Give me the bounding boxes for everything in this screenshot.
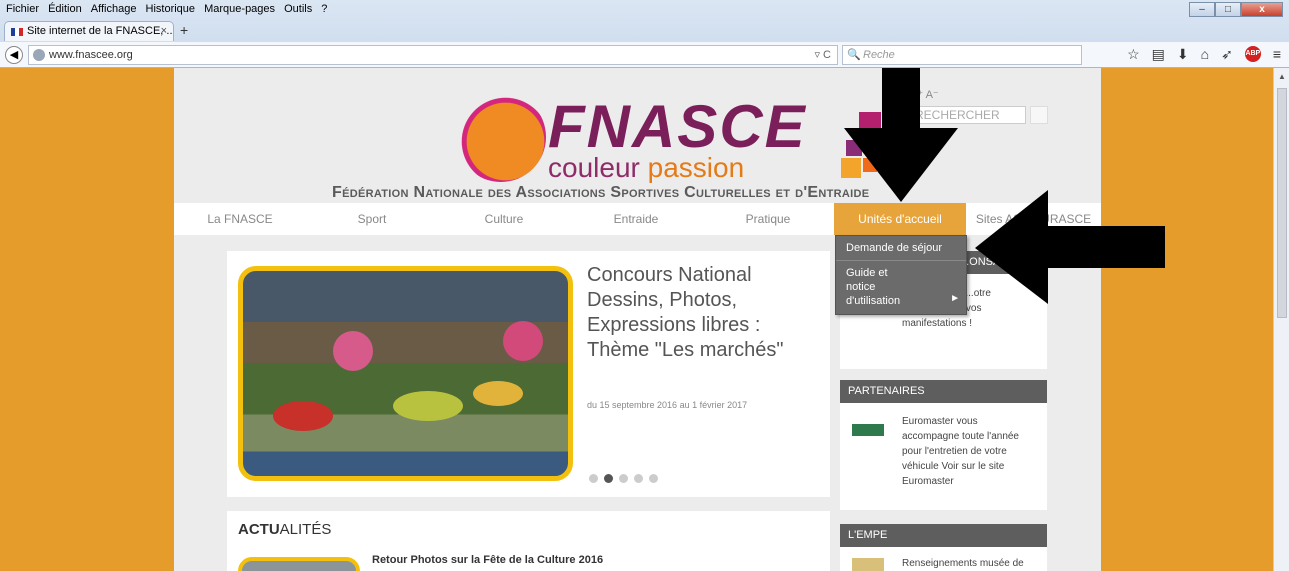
tab-close-icon[interactable]: × [161,22,167,41]
site-search-button[interactable] [1030,106,1048,124]
page-viewport: FNASCE couleur passion Fédération Nation… [0,68,1273,571]
menu-historique[interactable]: Historique [146,0,196,19]
menu-entraide[interactable]: Entraide [570,203,702,235]
menu-bar: Fichier Édition Affichage Historique Mar… [0,0,1289,19]
dropdown-demande-sejour[interactable]: Demande de séjour [836,236,966,261]
url-text: www.fnascee.org [49,49,133,61]
slider-dot-active[interactable] [604,474,613,483]
menu-outils[interactable]: Outils [284,0,312,19]
toolbar-icons: ☆ ▤ ⬇ ⌂ ➶ ABP ≡ [1127,46,1281,63]
browser-chrome: Fichier Édition Affichage Historique Mar… [0,0,1289,68]
nav-bar: ◀ www.fnascee.org ▿ C 🔍 Reche ☆ ▤ ⬇ ⌂ ➶ … [0,42,1289,68]
submenu-arrow-icon: ► [950,293,960,304]
menu-sites-asce[interactable]: Sites ASCE/URASCE [966,203,1101,235]
maximize-button[interactable]: □ [1215,2,1241,17]
slider-dots [589,474,658,483]
menu-marque-pages[interactable]: Marque-pages [204,0,275,19]
site-search-input[interactable]: RECHERCHER [910,106,1026,124]
home-icon[interactable]: ⌂ [1201,46,1209,63]
globe-icon [33,49,45,61]
logo-name: FNASCE [548,93,807,160]
minimize-button[interactable]: – [1189,2,1215,17]
market-photo[interactable] [238,266,573,481]
empe-box-text[interactable]: Renseignements musée de [902,556,1037,571]
slide-date: du 15 septembre 2016 au 1 février 2017 [587,400,748,410]
empe-box: L'EMPE Renseignements musée de [840,524,1047,571]
memoire-logo-icon[interactable] [852,558,884,571]
site-container: FNASCE couleur passion Fédération Nation… [174,68,1101,571]
news-heading: ACTUALITÉS [238,521,332,538]
partners-box-title: PARTENAIRES [840,380,1047,403]
news-thumbnail[interactable] [238,557,360,571]
scroll-thumb[interactable] [1277,88,1287,318]
empe-box-title: L'EMPE [840,524,1047,547]
slider-dot[interactable] [649,474,658,483]
url-bar[interactable]: www.fnascee.org ▿ C [28,45,838,65]
scroll-up-icon[interactable]: ▲ [1278,72,1286,81]
logo-orb-icon [456,92,546,182]
menu-affichage[interactable]: Affichage [91,0,137,19]
menu-unites-accueil[interactable]: Unités d'accueil [834,203,966,235]
star-icon[interactable]: ☆ [1127,46,1140,63]
menu-help[interactable]: ? [321,0,327,19]
euromaster-logo-icon[interactable] [852,424,884,436]
partners-box-text[interactable]: Euromaster vous accompagne toute l'année… [902,414,1037,489]
menu-la-fnasce[interactable]: La FNASCE [174,203,306,235]
send-icon[interactable]: ➶ [1221,46,1233,63]
federation-title: Fédération Nationale des Associations Sp… [332,184,870,201]
browser-search-placeholder: Reche [863,49,895,61]
back-arrow-icon[interactable]: ◀ [5,46,23,64]
font-size-controls[interactable]: A⁺ A⁻ [910,88,939,101]
new-tab-button[interactable]: + [180,22,188,38]
news-section: ACTUALITÉS Retour Photos sur la Fête de … [227,511,830,571]
tab-strip: Site internet de la FNASCE, ... × + [0,19,1289,41]
close-window-button[interactable]: x [1241,2,1283,17]
main-menu: La FNASCE Sport Culture Entraide Pratiqu… [174,203,1101,235]
logo-tagline: couleur passion [548,152,745,183]
browser-search-input[interactable]: 🔍 Reche [842,45,1082,65]
menu-pratique[interactable]: Pratique [702,203,834,235]
window-controls: – □ x [1189,2,1283,17]
menu-culture[interactable]: Culture [438,203,570,235]
slider-dot[interactable] [634,474,643,483]
vertical-scrollbar[interactable]: ▲ [1273,68,1289,571]
favicon-flag-icon [11,28,23,36]
search-icon: 🔍 [847,49,861,61]
menu-edition[interactable]: Édition [48,0,82,19]
bookmarks-icon[interactable]: ▤ [1152,46,1165,63]
partners-box: PARTENAIRES Euromaster vous accompagne t… [840,380,1047,510]
browser-tab[interactable]: Site internet de la FNASCE, ... × [4,21,174,41]
download-icon[interactable]: ⬇ [1177,46,1189,63]
menu-fichier[interactable]: Fichier [6,0,39,19]
tab-title: Site internet de la FNASCE, ... [27,25,174,37]
reload-icon[interactable]: ▿ C [814,46,831,64]
fnasce-logo[interactable]: FNASCE couleur passion [456,90,805,186]
featured-slider: Concours National Dessins, Photos, Expre… [227,251,830,497]
slider-dot[interactable] [589,474,598,483]
slider-dot[interactable] [619,474,628,483]
unites-accueil-dropdown: Demande de séjour Guide et notice d'util… [835,235,967,315]
adblock-icon[interactable]: ABP [1244,46,1261,62]
menu-sport[interactable]: Sport [306,203,438,235]
news-item-title[interactable]: Retour Photos sur la Fête de la Culture … [372,554,603,566]
slide-title[interactable]: Concours National Dessins, Photos, Expre… [587,263,817,363]
menu-icon[interactable]: ≡ [1273,46,1281,63]
dropdown-guide-notice[interactable]: Guide et notice d'utilisation ► [836,261,966,313]
